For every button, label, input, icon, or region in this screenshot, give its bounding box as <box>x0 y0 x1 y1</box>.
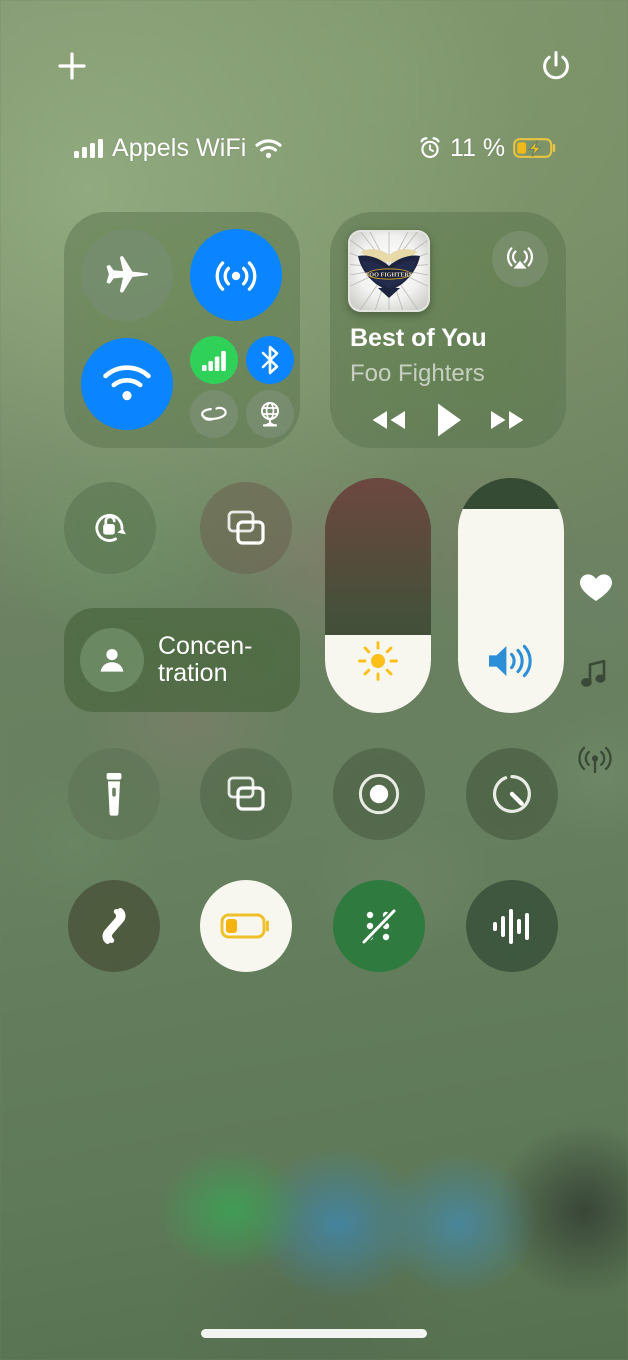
airplay-audio-icon <box>507 247 533 269</box>
status-bar-right: 11 % <box>418 134 557 163</box>
bluetooth-icon <box>261 345 279 375</box>
add-control-button[interactable] <box>44 38 100 94</box>
fast-forward-icon <box>491 411 524 429</box>
record-dot-icon <box>358 773 400 815</box>
battery-charging-icon <box>513 138 556 158</box>
status-bar-left: Appels WiFi <box>74 133 283 163</box>
battery-percent-label: 11 % <box>450 133 506 162</box>
wifi-button[interactable] <box>81 338 173 430</box>
wifi-icon <box>255 138 283 158</box>
shazam-button[interactable] <box>68 880 160 972</box>
now-playing-module: FOO FIGHTERS Best of You Foo Fighters <box>330 212 566 448</box>
media-transport-controls <box>330 397 566 443</box>
toggle-grid-row-1 <box>0 748 628 840</box>
music-note-icon[interactable] <box>578 658 608 690</box>
now-playing-artist: Foo Fighters <box>350 360 485 387</box>
airdrop-icon <box>215 261 257 291</box>
screen-record-icon <box>227 776 265 811</box>
power-button[interactable] <box>528 38 584 94</box>
rewind-button[interactable] <box>366 405 412 435</box>
volume-fill <box>458 508 564 713</box>
person-focus-icon <box>80 628 144 692</box>
speaker-waves-icon <box>485 640 537 687</box>
rewind-icon <box>372 411 405 429</box>
flashlight-icon <box>106 773 122 816</box>
cellular-data-button[interactable] <box>190 336 238 384</box>
svg-text:FOO FIGHTERS: FOO FIGHTERS <box>366 271 413 278</box>
record-button[interactable] <box>333 748 425 840</box>
now-playing-title: Best of You <box>350 324 487 352</box>
screen-record-button[interactable] <box>200 748 292 840</box>
toggle-grid-row-2 <box>0 880 628 972</box>
voice-memo-button[interactable] <box>466 880 558 972</box>
heart-icon[interactable] <box>578 572 614 604</box>
airplane-mode-button[interactable] <box>81 229 173 321</box>
screen-mirroring-button[interactable] <box>200 482 292 574</box>
status-bar: Appels WiFi 11 % <box>0 126 628 170</box>
brightness-slider[interactable] <box>325 478 431 713</box>
control-center-topbar <box>0 38 628 94</box>
wifi-icon <box>103 365 151 401</box>
globe-vpn-icon <box>261 402 279 427</box>
flashlight-button[interactable] <box>68 748 160 840</box>
person-icon <box>100 649 124 672</box>
screen-mirroring-icon <box>227 510 265 545</box>
carrier-label: Appels WiFi <box>112 133 247 162</box>
braille-input-button[interactable] <box>333 880 425 972</box>
sun-icon <box>357 640 399 687</box>
brightness-fill <box>325 635 431 713</box>
low-power-battery-icon <box>220 913 269 939</box>
airplay-button[interactable] <box>492 231 548 287</box>
personal-hotspot-button[interactable] <box>190 390 238 438</box>
play-button[interactable] <box>431 400 465 440</box>
low-power-mode-button[interactable] <box>200 880 292 972</box>
album-artwork-image: FOO FIGHTERS <box>348 230 430 312</box>
rotation-unlock-icon <box>95 513 126 542</box>
home-indicator[interactable] <box>201 1329 427 1338</box>
focus-mode-label: Concen- tration <box>158 632 253 687</box>
audio-waveform-icon <box>493 909 529 944</box>
vpn-button[interactable] <box>246 390 294 438</box>
bluetooth-button[interactable] <box>246 336 294 384</box>
cellular-bars-icon <box>201 350 226 371</box>
rotation-lock-button[interactable] <box>64 482 156 574</box>
alarm-clock-icon <box>420 137 440 159</box>
airplane-icon <box>106 256 148 293</box>
power-icon <box>543 51 569 80</box>
shazam-icon <box>102 908 126 944</box>
play-icon <box>437 403 461 437</box>
volume-slider[interactable] <box>458 478 564 713</box>
connectivity-module <box>64 212 300 448</box>
plus-icon <box>58 52 86 80</box>
hotspot-link-icon <box>201 406 227 421</box>
fast-forward-button[interactable] <box>484 405 530 435</box>
album-artwork[interactable]: FOO FIGHTERS <box>348 230 430 312</box>
cellular-bars-icon <box>74 138 103 158</box>
focus-mode-tile[interactable]: Concen- tration <box>64 608 300 712</box>
timer-icon <box>492 775 531 813</box>
braille-slash-icon <box>360 907 398 946</box>
airdrop-button[interactable] <box>190 229 282 321</box>
timer-button[interactable] <box>466 748 558 840</box>
